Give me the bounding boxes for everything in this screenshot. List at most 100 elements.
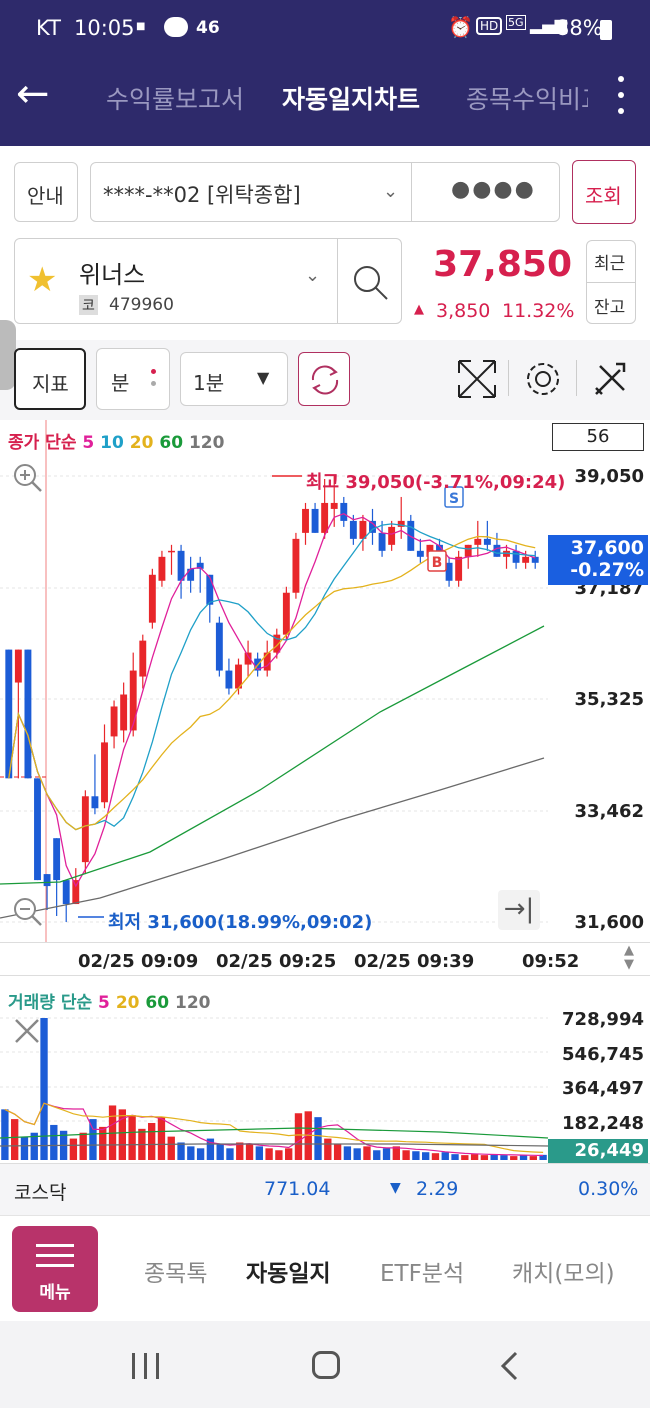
y-tick-3: 35,325	[574, 689, 644, 710]
indicator-button[interactable]: 지표	[14, 348, 86, 410]
recent-apps-icon[interactable]	[132, 1353, 135, 1379]
volume-bar	[89, 1119, 97, 1160]
candle-body	[378, 532, 386, 551]
stock-code: 479960	[109, 295, 174, 315]
fullscreen-icon[interactable]	[456, 358, 498, 400]
search-icon[interactable]	[351, 263, 391, 303]
scroll-updown-icon[interactable]: ▲ ▼	[624, 944, 634, 972]
unit-button[interactable]: 분	[96, 348, 170, 410]
volume-bar	[285, 1148, 293, 1160]
candle-body	[81, 796, 89, 863]
hamburger-icon	[36, 1244, 74, 1247]
candle-body	[72, 880, 80, 905]
vol-legend-ma20: 20	[115, 993, 140, 1013]
hd-icon: HD	[476, 17, 503, 35]
volume-bar	[333, 1144, 342, 1160]
low-label: 최저 31,600(18.99%,09:02)	[108, 912, 373, 933]
price-chart-canvas: SB	[0, 420, 548, 942]
account-select[interactable]: ****-**02 [위탁종합] ⌄ ●●●●	[90, 162, 560, 222]
index-change: 2.29	[416, 1178, 459, 1200]
y-tick-high: 39,050	[574, 466, 644, 487]
favorite-star-icon[interactable]: ★	[27, 263, 57, 297]
volume-bar	[69, 1138, 78, 1160]
volume-bar	[255, 1146, 263, 1160]
volume-bar	[343, 1146, 352, 1160]
legend-prefix: 종가 단순	[8, 433, 77, 453]
balance-tab[interactable]: 잔고	[594, 293, 625, 318]
vol-legend-prefix: 거래량 단순	[8, 993, 93, 1013]
zoom-in-icon[interactable]	[12, 462, 44, 494]
refresh-icon	[311, 365, 339, 395]
back-arrow-icon[interactable]: ←	[16, 74, 50, 114]
candle-body	[53, 838, 61, 881]
candle-body	[483, 538, 491, 545]
unit-dot-icon	[151, 369, 156, 374]
volume-bar	[451, 1154, 459, 1160]
tools-icon[interactable]	[590, 358, 632, 400]
legend-ma5: 5	[82, 433, 95, 453]
candle-body	[330, 502, 338, 509]
menu-button[interactable]: 메뉴	[12, 1226, 98, 1312]
volume-bar	[500, 1155, 508, 1160]
candle-body	[416, 550, 424, 557]
price-change-pct: 11.32%	[502, 300, 575, 322]
volume-bar	[216, 1144, 224, 1160]
volume-bar	[265, 1148, 273, 1160]
query-button[interactable]: 조회	[572, 160, 636, 224]
refresh-button[interactable]	[298, 352, 350, 406]
market-badge: 코	[79, 295, 98, 315]
index-name: 코스닥	[14, 1182, 67, 1204]
zoom-out-icon[interactable]	[12, 896, 44, 928]
vol-tick-4: 182,248	[562, 1113, 644, 1134]
index-ticker[interactable]: 코스닥 771.04 ▼ 2.29 0.30%	[0, 1163, 650, 1215]
tab-profit-report[interactable]: 수익률보고서	[106, 80, 244, 116]
up-triangle-icon: ▲	[414, 302, 424, 317]
nav-item-auto-journal[interactable]: 자동일지	[246, 1254, 331, 1288]
volume-bar	[382, 1148, 391, 1160]
candle-body	[120, 694, 128, 731]
nav-item-etf-analysis[interactable]: ETF분석	[380, 1254, 464, 1288]
scroll-to-latest-icon[interactable]: →|	[498, 890, 540, 930]
tab-stock-profit-compare[interactable]: 종목수익비교	[466, 80, 588, 116]
volume-bar	[187, 1146, 195, 1160]
candle-body	[177, 550, 185, 581]
candle-body	[129, 670, 137, 731]
settings-gear-icon[interactable]	[522, 358, 564, 400]
legend-ma10: 10	[100, 433, 124, 453]
candle-body	[474, 538, 482, 545]
home-icon[interactable]	[312, 1351, 340, 1379]
tab-auto-journal-chart[interactable]: 자동일지차트	[282, 80, 420, 116]
close-volume-icon[interactable]	[12, 1016, 42, 1046]
password-field[interactable]: ●●●●	[451, 177, 536, 202]
recent-tab[interactable]: 최근	[594, 249, 625, 274]
time-tick-1: 02/25 09:09	[78, 951, 199, 972]
volume-bar	[245, 1144, 254, 1160]
chevron-down-icon[interactable]: ⌄	[305, 265, 320, 286]
talk-icon	[164, 17, 188, 37]
vol-tick-3: 364,497	[562, 1078, 644, 1099]
interval-select[interactable]: 1분 ▼	[180, 352, 288, 406]
nav-item-catch-mock[interactable]: 캐치(모의)	[512, 1254, 615, 1288]
stock-selector[interactable]: ★ 위너스 코 479960 ⌄	[14, 238, 402, 324]
nav-item-stock-talk[interactable]: 종목톡	[144, 1254, 207, 1288]
candle-body	[340, 502, 348, 521]
account-number: ****-**02 [위탁종합]	[103, 183, 301, 207]
time-tick-2: 02/25 09:25	[216, 951, 337, 972]
more-menu-icon[interactable]	[618, 76, 624, 82]
price-chart[interactable]: SB	[0, 420, 650, 942]
stock-name: 위너스	[79, 261, 146, 289]
vol-legend-ma60: 60	[145, 993, 170, 1013]
legend-ma120: 120	[188, 433, 225, 453]
guide-button[interactable]: 안내	[14, 162, 78, 222]
volume-bar	[324, 1138, 332, 1160]
clock: 10:05	[74, 16, 135, 40]
volume-bar	[363, 1146, 371, 1160]
current-price-tag: 37,600 -0.27%	[548, 535, 648, 585]
candle-body	[168, 550, 175, 553]
back-icon[interactable]	[498, 1351, 522, 1381]
candle-body	[464, 544, 472, 557]
vol-tick-2: 546,745	[562, 1044, 644, 1065]
candle-body	[292, 538, 300, 593]
vol-legend-ma120: 120	[175, 993, 211, 1013]
candle-count[interactable]: 56	[552, 423, 644, 451]
